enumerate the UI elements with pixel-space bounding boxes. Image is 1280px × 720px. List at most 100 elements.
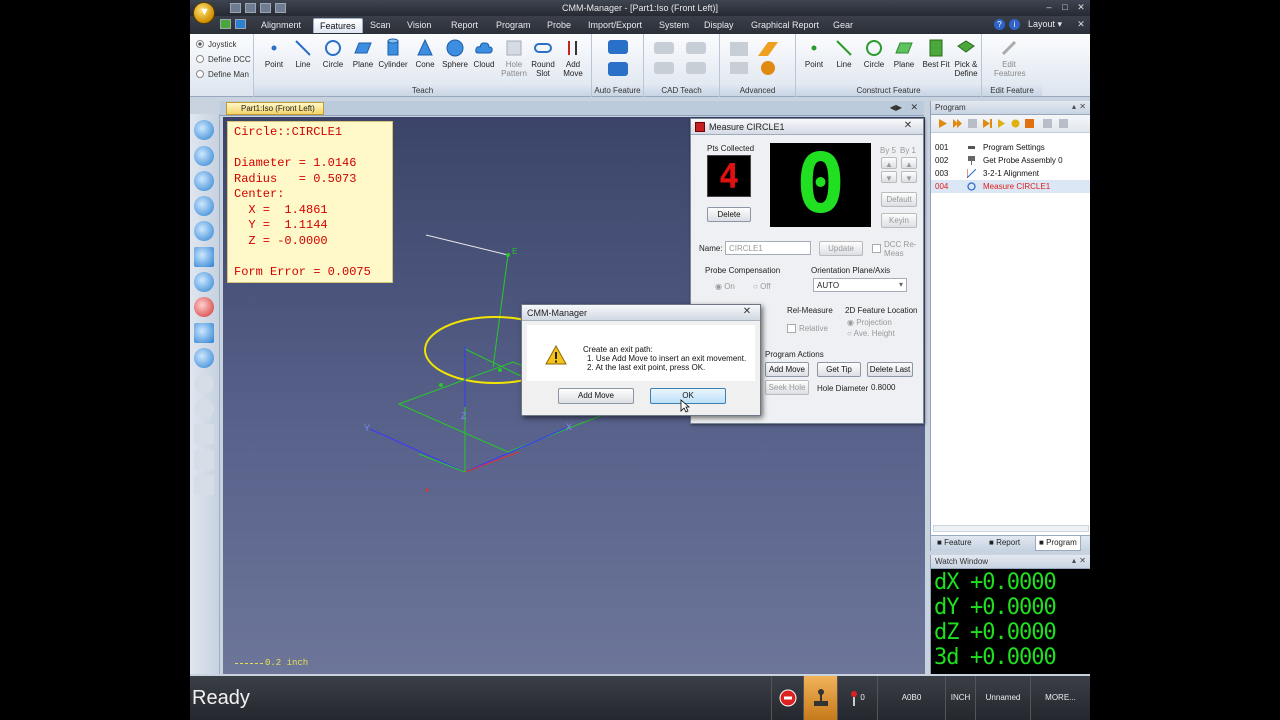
- quick-access-save-icon[interactable]: [260, 3, 271, 13]
- more-button[interactable]: MORE...: [1030, 676, 1090, 720]
- teach-circle-button[interactable]: Circle: [318, 38, 348, 69]
- zoom-selection-icon[interactable]: [194, 348, 214, 368]
- layout-dropdown[interactable]: Layout ▾: [1028, 19, 1062, 30]
- quick-access-open-icon[interactable]: [245, 3, 256, 13]
- pan-icon[interactable]: [194, 247, 214, 267]
- construct-pick-define-button[interactable]: Pick & Define: [951, 38, 981, 78]
- record-icon[interactable]: [1043, 119, 1052, 128]
- teach-round-slot-button[interactable]: Round Slot: [528, 38, 558, 78]
- mode-joystick[interactable]: Joystick: [196, 40, 236, 49]
- construct-best-fit-button[interactable]: Best Fit: [921, 38, 951, 69]
- tab-vision[interactable]: Vision: [407, 20, 431, 30]
- breakpoint-icon[interactable]: [1011, 119, 1020, 128]
- info-icon[interactable]: i: [1009, 19, 1020, 30]
- watch-window-close-icon[interactable]: ✕: [1079, 556, 1086, 565]
- quick-access-undo-icon[interactable]: [275, 3, 286, 13]
- teach-cylinder-button[interactable]: Cylinder: [378, 38, 408, 69]
- feature-name-input[interactable]: CIRCLE1: [725, 241, 811, 255]
- zoom-in-icon[interactable]: [194, 120, 214, 140]
- tab-close-icon[interactable]: ✕: [910, 102, 918, 113]
- run-from-icon[interactable]: [953, 119, 962, 128]
- document-tab[interactable]: Part1:Iso (Front Left): [226, 102, 324, 115]
- by5-down-button[interactable]: ▼: [881, 171, 897, 183]
- dialog-add-move-button[interactable]: Add Move: [558, 388, 634, 404]
- mode-define-dcc[interactable]: Define DCC: [196, 55, 251, 64]
- mode-define-man[interactable]: Define Man: [196, 70, 249, 79]
- app-menu-orb-icon[interactable]: ▼: [193, 2, 215, 24]
- delete-last-button[interactable]: Delete Last: [867, 362, 913, 377]
- ave-height-radio[interactable]: ○ Ave. Height: [847, 329, 895, 338]
- tab-report[interactable]: Report: [451, 20, 478, 30]
- pin-icon[interactable]: ▴: [1072, 556, 1076, 565]
- tab-alignment[interactable]: Alignment: [261, 20, 301, 30]
- construct-circle-button[interactable]: Circle: [859, 38, 889, 69]
- tab-graphical-report[interactable]: Graphical Report: [751, 20, 819, 30]
- exit-path-dialog-close-icon[interactable]: ✕: [740, 306, 754, 319]
- tab-program[interactable]: Program: [496, 20, 531, 30]
- joystick-icon[interactable]: [803, 676, 837, 720]
- by1-down-button[interactable]: ▼: [901, 171, 917, 183]
- rotate-3d-icon[interactable]: [194, 297, 214, 317]
- program-row-002[interactable]: 002 Get Probe Assembly 0: [931, 154, 1090, 167]
- teach-line-button[interactable]: Line: [288, 38, 318, 69]
- by5-up-button[interactable]: ▲: [881, 157, 897, 169]
- program-row-004[interactable]: 004 Measure CIRCLE1: [931, 180, 1090, 193]
- units-indicator[interactable]: INCH: [945, 676, 975, 720]
- auto-3d-icon[interactable]: [608, 62, 628, 76]
- get-tip-button[interactable]: Get Tip: [817, 362, 861, 377]
- teach-hole-pattern-button[interactable]: Hole Pattern: [499, 38, 529, 78]
- teach-cloud-button[interactable]: Cloud: [469, 38, 499, 69]
- tab-feature[interactable]: ■ Feature: [937, 538, 972, 547]
- quick-access-new-icon[interactable]: [230, 3, 241, 13]
- measure-dialog-titlebar[interactable]: Measure CIRCLE1 ✕: [691, 119, 923, 135]
- projection-radio[interactable]: ◉ Projection: [847, 318, 892, 327]
- delete-button[interactable]: Delete: [707, 207, 751, 222]
- tools-icon[interactable]: [1059, 119, 1068, 128]
- zoom-all-icon[interactable]: [194, 221, 214, 241]
- view-icon[interactable]: [194, 323, 214, 343]
- edit-features-button[interactable]: Edit Features: [994, 38, 1026, 78]
- run-icon[interactable]: [938, 119, 947, 128]
- add-move-button[interactable]: Add Move: [765, 362, 809, 377]
- help-icon[interactable]: ?: [994, 19, 1005, 30]
- teach-plane-button[interactable]: Plane: [348, 38, 378, 69]
- construct-plane-button[interactable]: Plane: [889, 38, 919, 69]
- exit-path-dialog-titlebar[interactable]: CMM-Manager ✕: [522, 305, 760, 321]
- file-name-indicator[interactable]: Unnamed: [975, 676, 1030, 720]
- seek-hole-button[interactable]: Seek Hole: [765, 380, 809, 395]
- program-row-001[interactable]: 001 Program Settings: [931, 141, 1090, 154]
- measure-dialog-close-icon[interactable]: ✕: [901, 120, 915, 132]
- dcc-remeas-checkbox[interactable]: [872, 244, 881, 253]
- relative-checkbox[interactable]: [787, 324, 796, 333]
- tab-nav-icon[interactable]: ◀▶: [890, 103, 902, 112]
- zoom-extents-icon[interactable]: [194, 196, 214, 216]
- teach-sphere-button[interactable]: Sphere: [440, 38, 470, 69]
- zoom-window-icon[interactable]: [194, 171, 214, 191]
- construct-line-button[interactable]: Line: [829, 38, 859, 69]
- probe-tip-name[interactable]: A0B0: [877, 676, 945, 720]
- hole-diameter-value[interactable]: 0.8000: [871, 383, 895, 392]
- step-icon[interactable]: [983, 119, 992, 128]
- tab-scan[interactable]: Scan: [370, 20, 391, 30]
- teach-cone-button[interactable]: Cone: [410, 38, 440, 69]
- step-into-icon[interactable]: [998, 119, 1007, 128]
- zoom-out-icon[interactable]: [194, 146, 214, 166]
- teach-point-button[interactable]: Point: [259, 38, 289, 69]
- probe-comp-on[interactable]: ◉ On: [715, 282, 735, 291]
- tab-features[interactable]: Features: [313, 18, 363, 33]
- tab-import-export[interactable]: Import/Export: [588, 20, 642, 30]
- close-icon[interactable]: ✕: [1074, 1, 1088, 14]
- loop-icon[interactable]: [1025, 119, 1034, 128]
- toolbar-green-icon[interactable]: [220, 19, 231, 29]
- tab-report-panel[interactable]: ■ Report: [989, 538, 1020, 547]
- tab-system[interactable]: System: [659, 20, 689, 30]
- emergency-stop-icon[interactable]: [771, 676, 803, 720]
- tab-gear[interactable]: Gear: [833, 20, 853, 30]
- toolbar-blue-icon[interactable]: [235, 19, 246, 29]
- probe-status[interactable]: 0: [837, 676, 877, 720]
- by1-up-button[interactable]: ▲: [901, 157, 917, 169]
- minimize-icon[interactable]: –: [1042, 1, 1056, 14]
- teach-add-move-button[interactable]: Add Move: [558, 38, 588, 78]
- ribbon-close-icon[interactable]: ✕: [1074, 18, 1088, 31]
- probe-comp-off[interactable]: ○ Off: [753, 282, 771, 291]
